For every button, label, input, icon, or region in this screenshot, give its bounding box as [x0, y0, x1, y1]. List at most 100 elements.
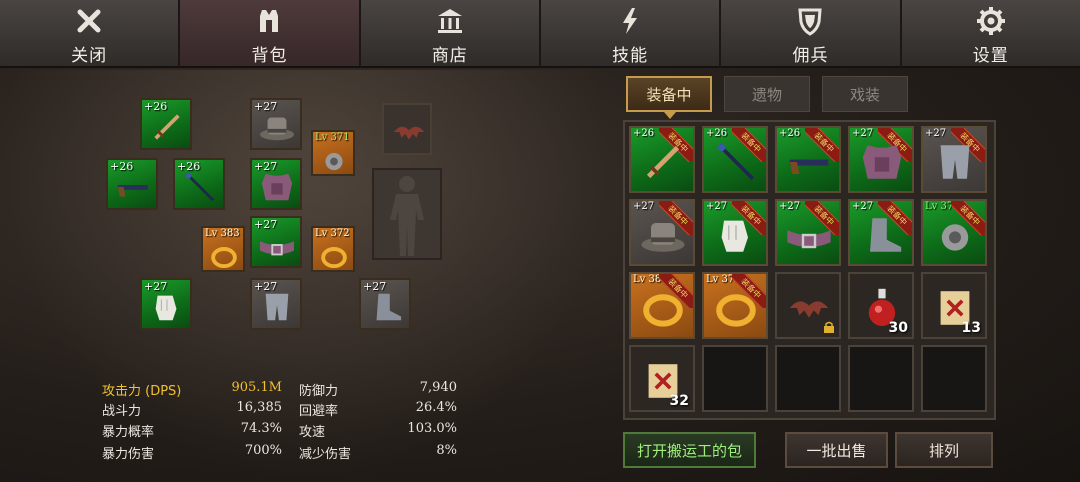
- stat-value: 103.0%: [407, 421, 457, 436]
- enhance-level: +27: [925, 128, 947, 139]
- inventory-slot-empty[interactable]: [848, 345, 914, 412]
- enhance-level: +27: [633, 201, 655, 212]
- tab-mercenary[interactable]: 佣兵: [721, 0, 902, 68]
- stat-row: 暴力伤害 700%: [102, 443, 282, 463]
- equip-slot-amulet[interactable]: Lv 371: [311, 130, 355, 176]
- inventory-slot[interactable]: +27 装备中: [848, 199, 914, 266]
- equip-slot-ring-right[interactable]: Lv 372: [311, 226, 355, 272]
- equip-slot-weapon[interactable]: +26: [140, 98, 192, 150]
- gun-icon: [789, 159, 829, 174]
- inventory-slot[interactable]: [775, 272, 841, 339]
- mercenary-icon: [794, 5, 826, 36]
- bulk-sell-button[interactable]: 一批出售: [785, 432, 888, 468]
- sword-icon: [154, 114, 180, 140]
- stat-label: 攻速: [299, 425, 326, 440]
- amulet-icon: [941, 224, 969, 251]
- tab-settings[interactable]: 设置: [901, 0, 1080, 68]
- stat-value: 16,385: [236, 400, 283, 415]
- belt-icon: [787, 230, 831, 249]
- tab-skill[interactable]: 技能: [540, 0, 722, 68]
- equip-slot-hat[interactable]: +27: [250, 98, 302, 150]
- enhance-level: +26: [779, 128, 801, 139]
- stat-row: 防御力 7,940: [299, 380, 457, 400]
- tab-bag[interactable]: 背包: [180, 0, 361, 68]
- sword-icon: [646, 145, 680, 179]
- hat-icon: [260, 117, 294, 141]
- subtab-equipped[interactable]: 装备中: [626, 76, 712, 112]
- stat-row: 攻速 103.0%: [299, 421, 457, 441]
- tab-close-label: 关闭: [71, 46, 108, 66]
- subtab-relics[interactable]: 遗物: [724, 76, 810, 112]
- stat-row: 战斗力 16,385: [102, 400, 282, 420]
- inventory-slot[interactable]: 32: [629, 345, 695, 412]
- tab-close[interactable]: 关闭: [0, 0, 181, 68]
- stat-value: 905.1M: [231, 380, 282, 395]
- tab-shop[interactable]: 商店: [360, 0, 541, 68]
- tab-skill-label: 技能: [612, 46, 649, 66]
- boots-icon: [870, 218, 902, 252]
- skill-icon: [614, 5, 646, 36]
- tab-mercenary-label: 佣兵: [792, 46, 829, 66]
- inventory-slot-empty[interactable]: [775, 345, 841, 412]
- leg-armor-icon: [940, 145, 970, 179]
- inventory-slot[interactable]: +27 装备中: [629, 199, 695, 266]
- inventory-slot[interactable]: 30: [848, 272, 914, 339]
- inventory-slot[interactable]: +27 装备中: [702, 199, 768, 266]
- inventory-slot[interactable]: Lv 372 装备中: [702, 272, 768, 339]
- equip-slot-offhand-gun[interactable]: +26: [106, 158, 158, 210]
- top-nav: 关闭 背包 商店 技能 佣兵 设置: [0, 0, 1080, 68]
- item-count: 13: [961, 320, 981, 336]
- item-level: Lv 383: [205, 228, 240, 239]
- lock-icon: [824, 321, 834, 333]
- equip-slot-pants[interactable]: +27: [250, 278, 302, 330]
- gun-icon: [117, 185, 149, 197]
- gloves-icon: [721, 220, 748, 252]
- stat-row: 回避率 26.4%: [299, 400, 457, 420]
- inventory-slot[interactable]: Lv 383 装备中: [629, 272, 695, 339]
- inventory-slot[interactable]: +27 装备中: [921, 126, 987, 193]
- equip-slot-armor[interactable]: +27: [250, 158, 302, 210]
- stat-value: 700%: [244, 443, 282, 458]
- equip-slot-ring-left[interactable]: Lv 383: [201, 226, 245, 272]
- bat-wing-icon: [393, 126, 425, 140]
- stat-row: 攻击力 (DPS) 905.1M: [102, 380, 282, 400]
- open-porter-bag-button[interactable]: 打开搬运工的包: [623, 432, 756, 468]
- equip-slot-staff[interactable]: +26: [173, 158, 225, 210]
- tab-settings-label: 设置: [972, 46, 1009, 66]
- ring-icon: [716, 294, 756, 327]
- item-level: Lv 372: [315, 228, 350, 239]
- inventory-slot-empty[interactable]: [702, 345, 768, 412]
- enhance-level: +27: [852, 128, 874, 139]
- stat-row: 暴力概率 74.3%: [102, 421, 282, 441]
- settings-icon: [975, 5, 1007, 36]
- staff-icon: [185, 172, 215, 202]
- equip-slot-boots[interactable]: +27: [359, 278, 411, 330]
- close-icon: [73, 5, 105, 36]
- subtab-pointer: [664, 112, 676, 119]
- inventory-slot[interactable]: +26 装备中: [702, 126, 768, 193]
- stat-label: 减少伤害: [299, 447, 352, 462]
- ring-icon: [643, 294, 683, 327]
- inventory-slot[interactable]: +27 装备中: [775, 199, 841, 266]
- equipment-panel: +26 +27 +26 +26 +27 Lv 371 Lv 383 +27 Lv…: [0, 70, 610, 482]
- inventory-slot[interactable]: 13: [921, 272, 987, 339]
- equip-slot-gloves[interactable]: +27: [140, 278, 192, 330]
- inventory-slot[interactable]: +26 装备中: [629, 126, 695, 193]
- inventory-slot-empty[interactable]: [921, 345, 987, 412]
- stat-label: 暴力伤害: [102, 447, 155, 462]
- stat-value: 7,940: [419, 380, 457, 395]
- inventory-slot[interactable]: +26 装备中: [775, 126, 841, 193]
- enhance-level: +27: [852, 201, 874, 212]
- tab-bag-label: 背包: [251, 46, 288, 66]
- hat-icon: [641, 223, 685, 252]
- chest-armor-icon: [261, 173, 293, 201]
- inventory-slot[interactable]: Lv 371 装备中: [921, 199, 987, 266]
- item-count: 32: [669, 393, 689, 409]
- gloves-icon: [155, 295, 177, 321]
- subtab-costume[interactable]: 戏装: [822, 76, 908, 112]
- inventory-slot[interactable]: +27 装备中: [848, 126, 914, 193]
- sort-button[interactable]: 排列: [895, 432, 993, 468]
- bag-icon: [253, 5, 285, 36]
- equip-slot-belt[interactable]: +27: [250, 216, 302, 268]
- equip-slot-relic[interactable]: [382, 103, 432, 155]
